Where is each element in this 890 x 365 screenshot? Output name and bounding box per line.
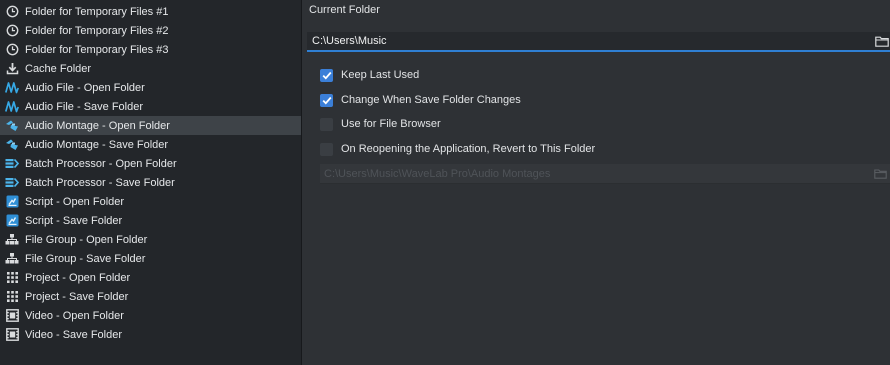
folder-item-label: Batch Processor - Open Folder [25,157,177,170]
folder-item-label: Project - Open Folder [25,271,131,284]
folder-item-label: Folder for Temporary Files #3 [25,43,169,56]
folder-item-video-open[interactable]: Video - Open Folder [0,306,301,325]
revert-on-reopen-option[interactable]: On Reopening the Application, Revert to … [320,141,595,157]
change-when-save-option[interactable]: Change When Save Folder Changes [320,92,521,108]
checkmark-icon [322,71,331,80]
folder-item-label: Script - Save Folder [25,214,123,227]
folder-item-label: Video - Open Folder [25,309,124,322]
folder-item-project-save[interactable]: Project - Save Folder [0,287,301,306]
checkmark-icon [322,96,331,105]
folder-item-label: Audio Montage - Save Folder [25,138,169,151]
folder-item-project-open[interactable]: Project - Open Folder [0,268,301,287]
folder-item-temp-3[interactable]: Folder for Temporary Files #3 [0,40,301,59]
use-for-file-browser-option[interactable]: Use for File Browser [320,116,441,132]
current-folder-path-value: C:\Users\Music [312,35,387,47]
folder-item-audio-file-save[interactable]: Audio File - Save Folder [0,97,301,116]
revert-folder-path-value: C:\Users\Music\WaveLab Pro\Audio Montage… [324,168,551,180]
video-icon [5,309,19,323]
change-when-save-checkbox[interactable] [320,93,333,107]
folder-item-script-save[interactable]: Script - Save Folder [0,211,301,230]
folder-item-label: Audio File - Save Folder [25,100,143,113]
folder-item-temp-2[interactable]: Folder for Temporary Files #2 [0,21,301,40]
folder-item-audio-file-open[interactable]: Audio File - Open Folder [0,78,301,97]
revert-folder-path-field[interactable]: C:\Users\Music\WaveLab Pro\Audio Montage… [320,164,890,184]
folder-item-label: Batch Processor - Save Folder [25,176,175,189]
folder-item-cache[interactable]: Cache Folder [0,59,301,78]
montage-icon [5,138,19,152]
folder-item-label: Folder for Temporary Files #2 [25,24,169,37]
current-folder-label: Current Folder [309,4,380,16]
folder-item-label: Cache Folder [25,62,92,75]
download-icon [5,62,19,76]
change-when-save-label: Change When Save Folder Changes [341,94,521,106]
use-for-file-browser-label: Use for File Browser [341,118,441,130]
folder-item-batch-processor-open[interactable]: Batch Processor - Open Folder [0,154,301,173]
folder-item-batch-processor-save[interactable]: Batch Processor - Save Folder [0,173,301,192]
folder-browse-icon[interactable] [874,34,890,48]
clock-icon [5,24,19,38]
keep-last-used-checkbox[interactable] [320,68,333,82]
folder-settings-panel: Current Folder C:\Users\Music Keep Last … [302,0,890,365]
batch-processor-icon [5,157,19,171]
folder-item-temp-1[interactable]: Folder for Temporary Files #1 [0,2,301,21]
folder-item-label: File Group - Open Folder [25,233,148,246]
use-for-file-browser-checkbox[interactable] [320,117,333,131]
folder-item-label: Video - Save Folder [25,328,123,341]
folder-item-label: File Group - Save Folder [25,252,146,265]
folder-item-video-save[interactable]: Video - Save Folder [0,325,301,344]
keep-last-used-label: Keep Last Used [341,69,420,81]
revert-on-reopen-label: On Reopening the Application, Revert to … [341,143,596,155]
revert-on-reopen-checkbox[interactable] [320,142,333,156]
clock-icon [5,5,19,19]
current-folder-path-field[interactable]: C:\Users\Music [307,32,890,52]
file-group-icon [5,252,19,266]
folder-item-audio-montage-open[interactable]: Audio Montage - Open Folder [0,116,301,135]
folder-item-label: Script - Open Folder [25,195,125,208]
waveform-icon [5,81,19,95]
video-icon [5,328,19,342]
folder-item-label: Audio Montage - Open Folder [25,119,170,132]
folder-item-label: Audio File - Open Folder [25,81,145,94]
folder-item-audio-montage-save[interactable]: Audio Montage - Save Folder [0,135,301,154]
script-icon [5,214,19,228]
project-grid-icon [5,271,19,285]
folder-item-label: Project - Save Folder [25,290,129,303]
project-grid-icon [5,290,19,304]
clock-icon [5,43,19,57]
folder-browse-icon[interactable] [873,167,887,180]
folder-type-list: Folder for Temporary Files #1 Folder for… [0,0,302,365]
file-group-icon [5,233,19,247]
folder-item-file-group-open[interactable]: File Group - Open Folder [0,230,301,249]
folder-item-script-open[interactable]: Script - Open Folder [0,192,301,211]
folder-item-label: Folder for Temporary Files #1 [25,5,169,18]
batch-processor-icon [5,176,19,190]
montage-icon [5,119,19,133]
script-icon [5,195,19,209]
folder-item-file-group-save[interactable]: File Group - Save Folder [0,249,301,268]
keep-last-used-option[interactable]: Keep Last Used [320,67,419,83]
folders-preferences: Folder for Temporary Files #1 Folder for… [0,0,890,365]
waveform-icon [5,100,19,114]
